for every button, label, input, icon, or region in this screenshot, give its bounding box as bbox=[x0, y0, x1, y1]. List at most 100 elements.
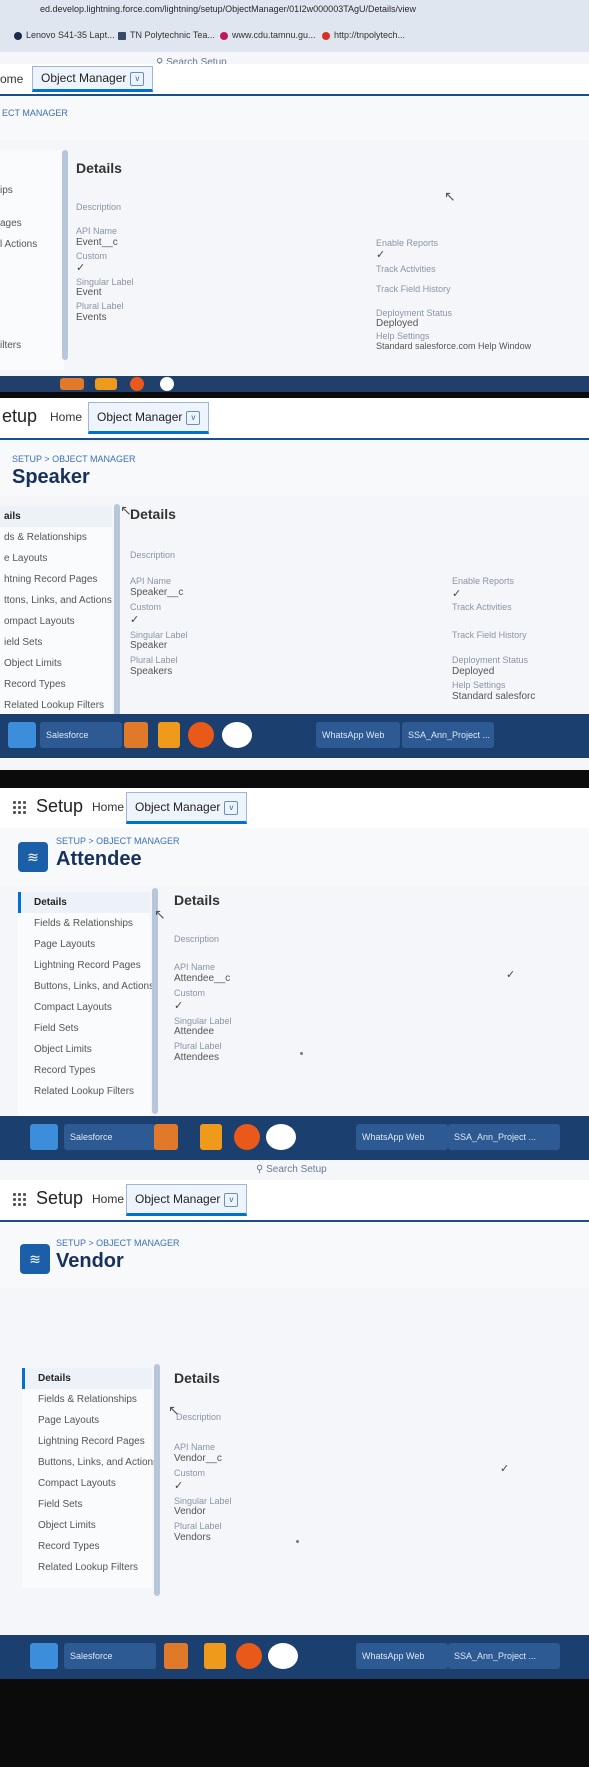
sidebar-item-pages[interactable]: ages bbox=[0, 213, 64, 234]
taskbar-project[interactable]: SSA_Ann_Project ... bbox=[448, 1124, 560, 1150]
search-setup-input[interactable]: ⚲ Search Setup bbox=[256, 1164, 327, 1175]
enable-reports-label: Enable Reports bbox=[376, 238, 439, 248]
chrome-icon[interactable] bbox=[160, 377, 174, 391]
sidebar-item-fields[interactable]: ds & Relationships bbox=[0, 527, 112, 548]
sidebar-item-lookup-filters[interactable]: Related Lookup Filters bbox=[22, 1557, 152, 1578]
breadcrumb[interactable]: ECT MANAGER bbox=[2, 108, 68, 118]
sidebar-item-actions[interactable]: l Actions bbox=[0, 234, 64, 255]
nav-home[interactable]: Home bbox=[50, 410, 82, 424]
sidebar-item-filters[interactable]: ilters bbox=[0, 335, 64, 356]
sidebar-item-buttons[interactable]: Buttons, Links, and Actions bbox=[22, 1452, 158, 1473]
sidebar-item-field-sets[interactable]: Field Sets bbox=[22, 1494, 152, 1515]
taskbar-project[interactable]: SSA_Ann_Project ... bbox=[448, 1643, 560, 1669]
lenovo-icon bbox=[14, 31, 22, 40]
sidebar-item-lookup-filters[interactable]: Related Lookup Filters bbox=[18, 1081, 150, 1102]
taskbar-salesforce[interactable]: Salesforce bbox=[40, 722, 122, 748]
chevron-down-icon[interactable]: v bbox=[130, 71, 145, 86]
media-player-icon[interactable] bbox=[60, 378, 84, 390]
object-header: ≋ SETUP > OBJECT MANAGER Attendee bbox=[0, 828, 589, 886]
media-player-icon[interactable] bbox=[164, 1643, 188, 1669]
start-icon[interactable] bbox=[30, 1643, 58, 1669]
sidebar-item-fields[interactable]: Fields & Relationships bbox=[18, 913, 150, 934]
custom-check-icon: ✓ bbox=[130, 614, 140, 626]
sidebar-item-page-layouts[interactable]: e Layouts bbox=[0, 548, 112, 569]
chevron-down-icon[interactable]: v bbox=[224, 800, 239, 815]
breadcrumb[interactable]: SETUP > OBJECT MANAGER bbox=[56, 1238, 179, 1248]
chrome-icon[interactable] bbox=[268, 1643, 298, 1669]
vlc-icon[interactable] bbox=[158, 722, 180, 748]
taskbar-project[interactable]: SSA_Ann_Project ... bbox=[402, 722, 494, 748]
nav-home[interactable]: Home bbox=[92, 1192, 124, 1206]
sidebar-item-record-types[interactable]: Record Types bbox=[22, 1536, 152, 1557]
bookmark-2[interactable]: TN Polytechnic Tea... bbox=[118, 30, 215, 40]
start-icon[interactable] bbox=[8, 722, 36, 748]
app-launcher-icon[interactable] bbox=[12, 1192, 26, 1206]
sidebar-item-object-limits[interactable]: Object Limits bbox=[18, 1039, 150, 1060]
sidebar-scrollbar[interactable] bbox=[114, 504, 120, 724]
track-field-history-label: Track Field History bbox=[376, 284, 451, 294]
sidebar-item-buttons[interactable]: Buttons, Links, and Actions bbox=[18, 976, 154, 997]
sidebar-item-lightning-pages[interactable]: Lightning Record Pages bbox=[18, 955, 150, 976]
bookmark-3[interactable]: www.cdu.tamnu.gu... bbox=[220, 30, 316, 40]
firefox-icon[interactable] bbox=[130, 377, 144, 391]
sidebar-item-lightning-pages[interactable]: Lightning Record Pages bbox=[22, 1431, 152, 1452]
sidebar-scrollbar[interactable] bbox=[62, 150, 68, 360]
tab-object-manager[interactable]: Object Manager v bbox=[126, 792, 248, 824]
sidebar-item-buttons[interactable]: ttons, Links, and Actions bbox=[0, 590, 112, 611]
help-settings-label: Help Settings bbox=[376, 331, 430, 341]
deployment-status-label: Deployment Status bbox=[376, 308, 453, 318]
google-icon bbox=[322, 31, 330, 40]
firefox-icon[interactable] bbox=[234, 1124, 260, 1150]
enable-reports-label: Enable Reports bbox=[452, 576, 515, 586]
sidebar-item-record-types[interactable]: Record Types bbox=[0, 674, 112, 695]
firefox-icon[interactable] bbox=[188, 722, 214, 748]
sidebar-item-lightning-pages[interactable]: htning Record Pages bbox=[0, 569, 112, 590]
start-icon[interactable] bbox=[30, 1124, 58, 1150]
setup-header: ome Object Manager v bbox=[0, 64, 589, 96]
taskbar-salesforce[interactable]: Salesforce bbox=[64, 1124, 156, 1150]
vlc-icon[interactable] bbox=[200, 1124, 222, 1150]
taskbar-whatsapp[interactable]: WhatsApp Web bbox=[316, 722, 400, 748]
sidebar-item-page-layouts[interactable]: Page Layouts bbox=[22, 1410, 152, 1431]
sidebar-item-details[interactable]: Details bbox=[18, 892, 150, 913]
tab-object-manager[interactable]: Object Manager v bbox=[126, 1184, 248, 1216]
sidebar-item-details[interactable]: Details bbox=[22, 1368, 152, 1389]
breadcrumb[interactable]: SETUP > OBJECT MANAGER bbox=[12, 454, 135, 464]
taskbar-salesforce[interactable]: Salesforce bbox=[64, 1643, 156, 1669]
sidebar-item-object-limits[interactable]: Object Limits bbox=[0, 653, 112, 674]
media-player-icon[interactable] bbox=[154, 1124, 178, 1150]
nav-home[interactable]: Home bbox=[92, 800, 124, 814]
tab-object-manager-label: Object Manager bbox=[41, 71, 127, 85]
vlc-icon[interactable] bbox=[95, 378, 117, 390]
breadcrumb[interactable]: SETUP > OBJECT MANAGER bbox=[56, 836, 179, 846]
chrome-icon[interactable] bbox=[266, 1124, 296, 1150]
taskbar-whatsapp[interactable]: WhatsApp Web bbox=[356, 1124, 448, 1150]
tab-object-manager[interactable]: Object Manager v bbox=[32, 66, 154, 92]
sidebar-item-page-layouts[interactable]: Page Layouts bbox=[18, 934, 150, 955]
firefox-icon[interactable] bbox=[236, 1643, 262, 1669]
vlc-icon[interactable] bbox=[204, 1643, 226, 1669]
sidebar-scrollbar[interactable] bbox=[154, 1364, 160, 1596]
sidebar-item-fields[interactable]: Fields & Relationships bbox=[22, 1389, 152, 1410]
tab-object-manager[interactable]: Object Manager v bbox=[88, 402, 210, 434]
app-launcher-icon[interactable] bbox=[12, 800, 26, 814]
sidebar-item-compact-layouts[interactable]: Compact Layouts bbox=[18, 997, 150, 1018]
sidebar-item-compact-layouts[interactable]: Compact Layouts bbox=[22, 1473, 152, 1494]
nav-home[interactable]: ome bbox=[0, 72, 23, 86]
sidebar-item-relationships[interactable]: ips bbox=[0, 180, 64, 201]
media-player-icon[interactable] bbox=[124, 722, 148, 748]
sidebar-item-field-sets[interactable]: ield Sets bbox=[0, 632, 112, 653]
sidebar-item-record-types[interactable]: Record Types bbox=[18, 1060, 150, 1081]
bookmark-4[interactable]: http://tnpolytech... bbox=[322, 30, 405, 40]
sidebar-item-details[interactable]: ails bbox=[0, 506, 112, 527]
chrome-icon[interactable] bbox=[222, 722, 252, 748]
bookmark-1[interactable]: Lenovo S41-35 Lapt... bbox=[14, 30, 115, 40]
sidebar-item-lookup-filters[interactable]: Related Lookup Filters bbox=[0, 695, 112, 716]
sidebar-item-field-sets[interactable]: Field Sets bbox=[18, 1018, 150, 1039]
chevron-down-icon[interactable]: v bbox=[224, 1192, 239, 1207]
chevron-down-icon[interactable]: v bbox=[186, 410, 201, 425]
address-bar[interactable]: ed.develop.lightning.force.com/lightning… bbox=[40, 4, 416, 14]
sidebar-item-compact-layouts[interactable]: ompact Layouts bbox=[0, 611, 112, 632]
sidebar-item-object-limits[interactable]: Object Limits bbox=[22, 1515, 152, 1536]
taskbar-whatsapp[interactable]: WhatsApp Web bbox=[356, 1643, 448, 1669]
